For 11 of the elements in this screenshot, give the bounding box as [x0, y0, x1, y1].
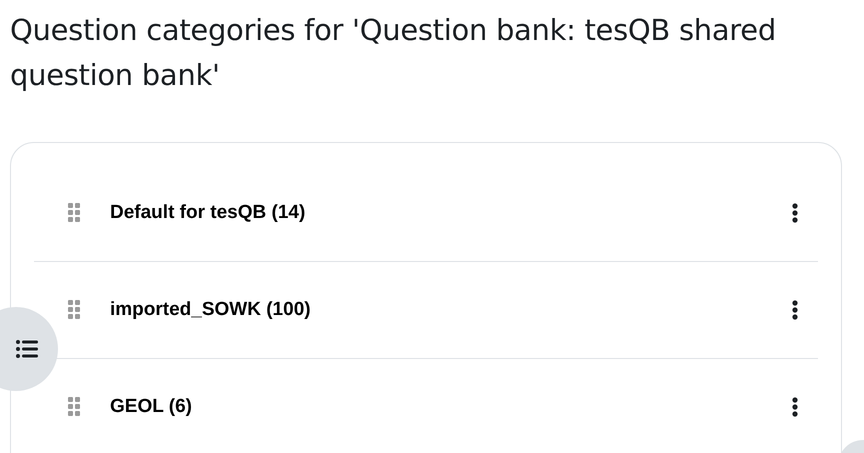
category-name: Default for tesQB (14)	[110, 202, 306, 224]
page-title: Question categories for 'Question bank: tesQB shared question bank'	[10, 12, 777, 94]
drag-handle-icon[interactable]	[68, 300, 80, 320]
more-options-icon[interactable]	[792, 203, 798, 223]
category-name: GEOL (6)	[110, 396, 193, 418]
drag-handle-icon[interactable]	[68, 203, 80, 223]
more-options-icon[interactable]	[792, 300, 798, 320]
more-options-icon[interactable]	[792, 397, 798, 417]
category-name: imported_SOWK (100)	[110, 299, 312, 321]
list-icon	[16, 340, 38, 358]
drag-handle-icon[interactable]	[68, 397, 80, 417]
